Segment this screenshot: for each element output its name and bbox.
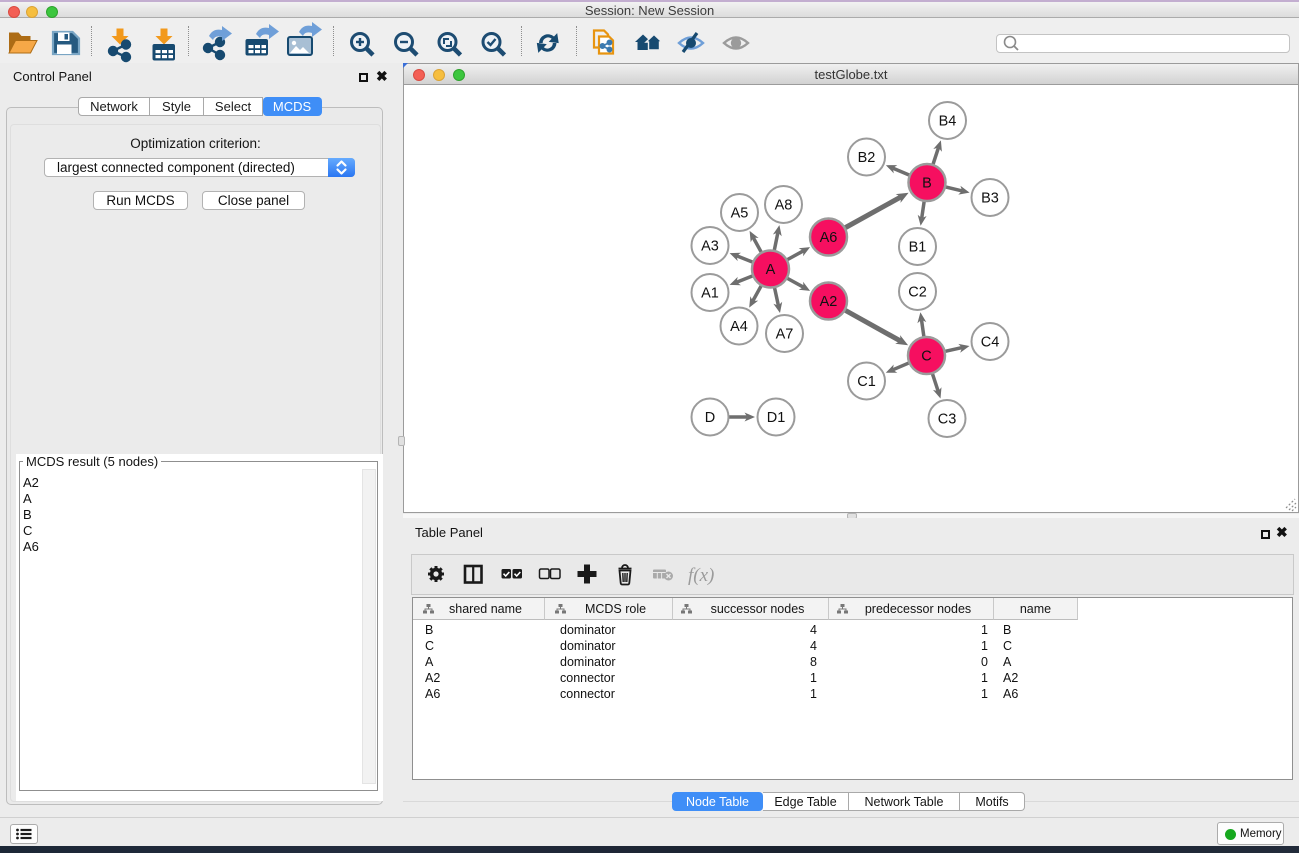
- svg-text:C3: C3: [938, 412, 957, 428]
- svg-text:A7: A7: [776, 327, 794, 343]
- svg-text:A6: A6: [820, 230, 838, 246]
- svg-text:B1: B1: [909, 240, 927, 256]
- svg-text:B3: B3: [981, 191, 999, 207]
- svg-text:C: C: [921, 349, 931, 365]
- svg-text:B2: B2: [858, 150, 876, 166]
- svg-text:A1: A1: [701, 286, 719, 302]
- svg-text:A2: A2: [820, 294, 838, 310]
- svg-text:A5: A5: [731, 206, 749, 222]
- svg-text:A4: A4: [730, 319, 748, 335]
- svg-text:C2: C2: [908, 285, 927, 301]
- svg-text:A: A: [766, 262, 776, 278]
- svg-text:C1: C1: [857, 374, 876, 390]
- svg-text:A8: A8: [775, 198, 793, 214]
- svg-text:B4: B4: [939, 114, 957, 130]
- svg-text:A3: A3: [701, 239, 719, 255]
- svg-text:B: B: [922, 176, 932, 192]
- svg-text:D: D: [705, 410, 715, 426]
- svg-text:C4: C4: [981, 335, 1000, 351]
- svg-text:D1: D1: [767, 410, 786, 426]
- svg-text:f(x): f(x): [688, 565, 714, 586]
